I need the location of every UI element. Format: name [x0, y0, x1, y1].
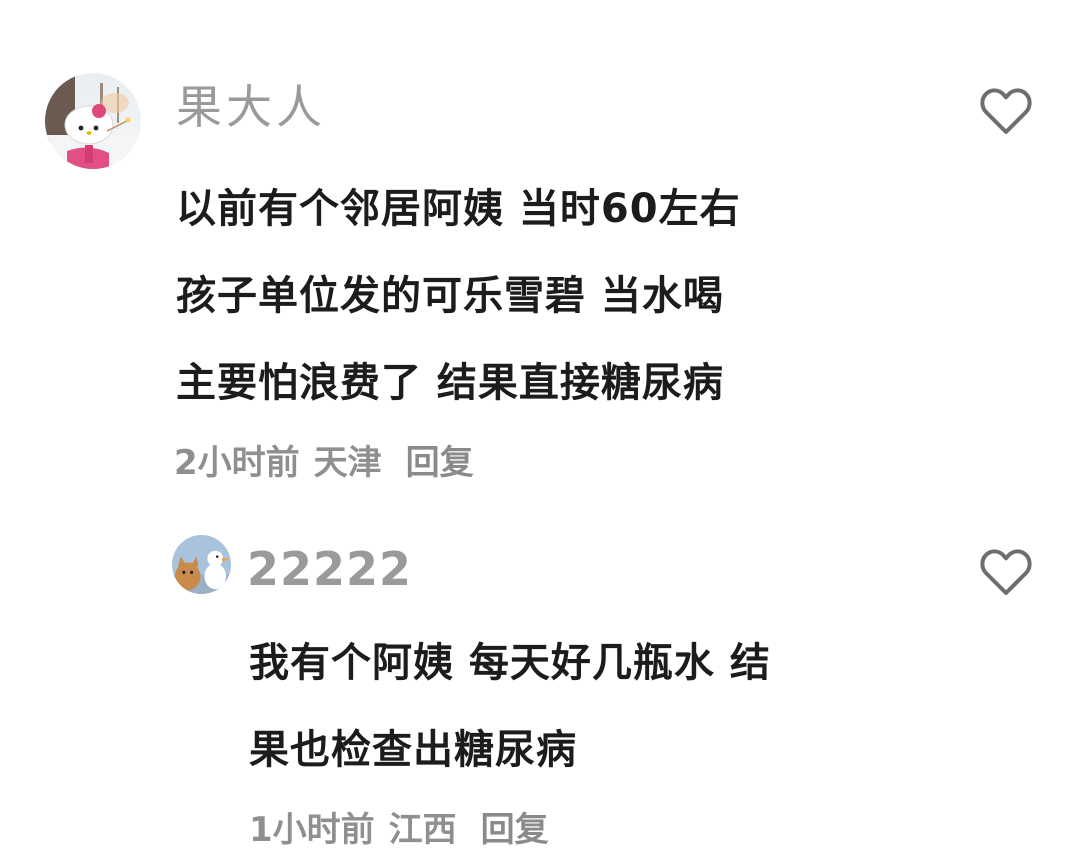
comment-body: 我有个阿姨 每天好几瓶水 结 果也检查出糖尿病 [249, 620, 771, 794]
heart-outline-icon[interactable] [978, 546, 1034, 598]
location: 江西 [388, 810, 457, 850]
comment-line: 孩子单位发的可乐雪碧 当水喝 [176, 273, 724, 319]
comment-line: 果也检查出糖尿病 [249, 727, 577, 773]
username[interactable]: 果大人 [176, 84, 326, 130]
location: 天津 [313, 443, 382, 483]
username[interactable]: 22222 [247, 546, 412, 592]
comment-meta: 1小时前 江西 回复 [249, 813, 563, 847]
reply-button[interactable]: 回复 [481, 810, 549, 850]
heart-outline-icon[interactable] [978, 85, 1034, 137]
comment-body: 以前有个邻居阿姨 当时60左右 孩子单位发的可乐雪碧 当水喝 主要怕浪费了 结果… [176, 166, 741, 427]
hello-kitty-avatar-icon [45, 73, 141, 169]
avatar[interactable] [45, 73, 141, 169]
timestamp: 1小时前 [249, 810, 375, 850]
comment-line: 我有个阿姨 每天好几瓶水 结 [249, 640, 771, 686]
avatar[interactable] [172, 535, 231, 594]
comment-thread: 果大人 以前有个邻居阿姨 当时60左右 孩子单位发的可乐雪碧 当水喝 主要怕浪费… [0, 0, 1080, 867]
timestamp: 2小时前 [174, 443, 300, 483]
reply-button[interactable]: 回复 [406, 443, 474, 483]
cat-and-duck-avatar-icon [172, 535, 231, 594]
comment-line: 以前有个邻居阿姨 当时60左右 [176, 186, 741, 232]
comment-meta: 2小时前 天津 回复 [174, 446, 488, 480]
comment-line: 主要怕浪费了 结果直接糖尿病 [176, 360, 724, 406]
